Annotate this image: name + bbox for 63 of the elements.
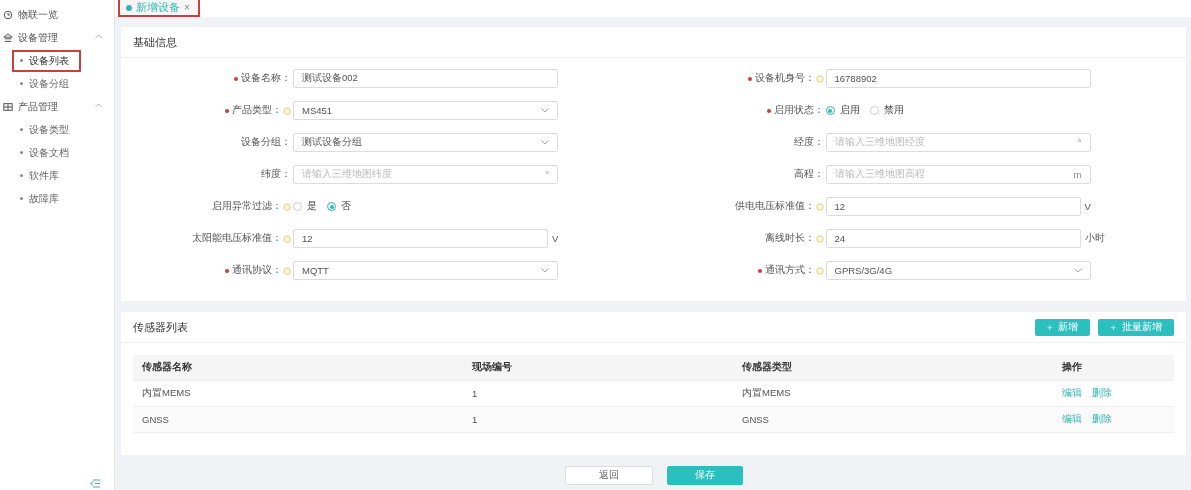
menu-item[interactable]: 故障库 [12, 187, 71, 210]
field-label: 离线时长： [764, 232, 815, 245]
table-cell-text: 1 [471, 414, 479, 425]
unit-label: V [1084, 201, 1091, 212]
input-field[interactable]: 12 [825, 197, 1081, 216]
menu-item[interactable]: 设备类型 [12, 118, 81, 141]
collapse-icon[interactable] [90, 479, 100, 488]
table-cell-text: 内置MEMS [141, 387, 192, 400]
select-field[interactable]: GPRS/3G/4G [825, 261, 1091, 280]
field-label: 高程： [793, 168, 824, 181]
section-title: 传感器列表 [133, 319, 188, 335]
field-label: 通讯协议： [232, 264, 282, 277]
menu-item[interactable]: 设备列表 [12, 49, 81, 72]
chevron-down-icon [1073, 268, 1082, 273]
column-header: 现场编号 [471, 361, 513, 374]
table-cell-text: 1 [471, 388, 479, 399]
field-label: 设备机身号： [754, 72, 815, 85]
chevron-icon[interactable] [95, 34, 102, 39]
table-cell-text: GNSS [741, 414, 770, 425]
menu-group[interactable]: 物联一览 [18, 7, 58, 22]
field-label: 供电电压标准值： [734, 200, 815, 213]
chevron-down-icon [541, 108, 549, 113]
clock-icon [3, 9, 13, 20]
column-header: 传感器类型 [741, 361, 793, 374]
chevron-down-icon [541, 140, 549, 145]
column-header: 操作 [1061, 361, 1083, 374]
field-label: 启用状态： [773, 104, 824, 117]
radio-option[interactable]: 是 [293, 200, 317, 213]
menu-group[interactable]: 产品管理 [18, 99, 58, 114]
input-field[interactable]: 24 [825, 229, 1081, 248]
column-header: 传感器名称 [141, 361, 193, 374]
section-title: 基础信息 [133, 34, 177, 50]
field-label: 设备分组： [241, 136, 291, 149]
field-label: 太阳能电压标准值： [192, 232, 282, 245]
field-label: 通讯方式： [764, 264, 815, 277]
chevron-icon[interactable] [95, 103, 102, 108]
input-field[interactable]: 16788902 [825, 69, 1091, 88]
field-label: 启用异常过滤： [212, 200, 282, 213]
field-label: 产品类型： [232, 104, 282, 117]
tab[interactable]: 新增设备 × [118, 0, 200, 17]
select-field[interactable]: MQTT [293, 261, 558, 280]
field-label: 设备名称： [241, 72, 291, 85]
select-field[interactable]: 测试设备分组 [293, 133, 558, 152]
radio-option[interactable]: 启用 [825, 104, 860, 117]
back-button[interactable]: 返回 [564, 466, 653, 485]
device-icon [3, 32, 13, 43]
unit-label: V [552, 233, 559, 244]
table-cell-text: 内置MEMS [741, 387, 792, 400]
field-label: 纬度： [261, 168, 291, 181]
unit-label: 小时 [1084, 232, 1105, 245]
select-field[interactable]: MS451 [293, 101, 558, 120]
grid-icon [3, 101, 13, 112]
menu-item[interactable]: 软件库 [12, 164, 71, 187]
menu-item[interactable]: 设备分组 [12, 72, 81, 95]
radio-option[interactable]: 禁用 [869, 104, 904, 117]
input-field[interactable]: 测试设备002 [293, 69, 558, 88]
input-field[interactable]: 12 [293, 229, 548, 248]
menu-item[interactable]: 设备文档 [12, 141, 81, 164]
menu-group[interactable]: 设备管理 [18, 30, 58, 45]
field-label: 经度： [793, 136, 824, 149]
radio-option[interactable]: 否 [327, 200, 351, 213]
chevron-down-icon [541, 268, 549, 273]
table-cell-text: GNSS [141, 414, 170, 425]
